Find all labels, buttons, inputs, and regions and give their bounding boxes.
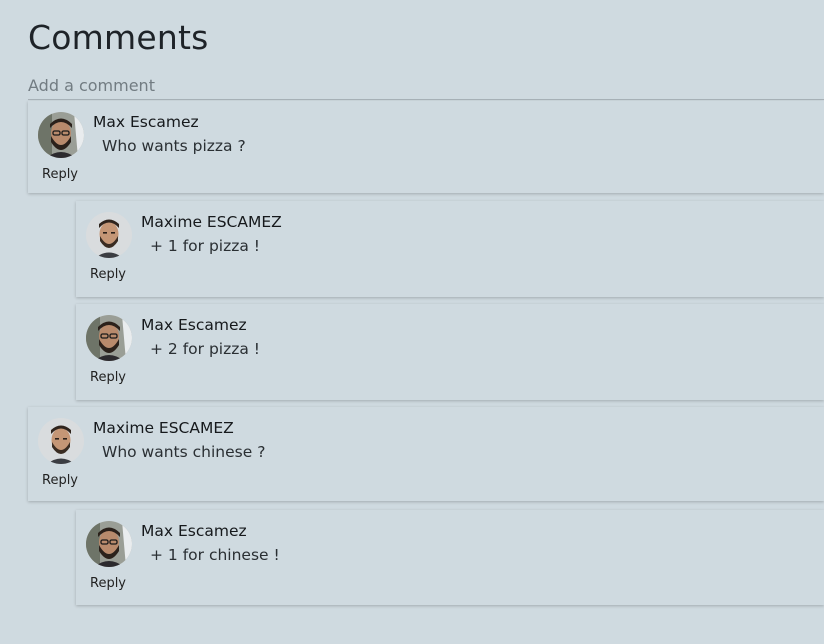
- comment-author: Max Escamez: [141, 316, 247, 334]
- comment-text: + 1 for chinese !: [150, 546, 280, 564]
- comment-card: Maxime ESCAMEZ Who wants chinese ? Reply: [28, 407, 824, 501]
- reply-comment-card: Max Escamez + 1 for chinese ! Reply: [76, 510, 824, 605]
- reply-comment-card: Max Escamez + 2 for pizza ! Reply: [76, 304, 824, 400]
- comment-text: + 2 for pizza !: [150, 340, 260, 358]
- comment-author: Maxime ESCAMEZ: [141, 213, 282, 231]
- reply-button[interactable]: Reply: [42, 473, 78, 488]
- reply-button[interactable]: Reply: [90, 576, 126, 591]
- comment-card: Max Escamez Who wants pizza ? Reply: [28, 101, 824, 193]
- avatar: [86, 212, 132, 258]
- add-comment-input[interactable]: [28, 72, 824, 100]
- avatar: [86, 315, 132, 361]
- reply-button[interactable]: Reply: [90, 370, 126, 385]
- comment-text: + 1 for pizza !: [150, 237, 260, 255]
- comment-author: Max Escamez: [141, 522, 247, 540]
- avatar: [86, 521, 132, 567]
- avatar: [38, 418, 84, 464]
- comment-text: Who wants pizza ?: [102, 137, 246, 155]
- avatar: [38, 112, 84, 158]
- reply-button[interactable]: Reply: [42, 167, 78, 182]
- page-title: Comments: [28, 18, 209, 57]
- comment-author: Maxime ESCAMEZ: [93, 419, 234, 437]
- reply-button[interactable]: Reply: [90, 267, 126, 282]
- reply-comment-card: Maxime ESCAMEZ + 1 for pizza ! Reply: [76, 201, 824, 297]
- comment-author: Max Escamez: [93, 113, 199, 131]
- comment-text: Who wants chinese ?: [102, 443, 266, 461]
